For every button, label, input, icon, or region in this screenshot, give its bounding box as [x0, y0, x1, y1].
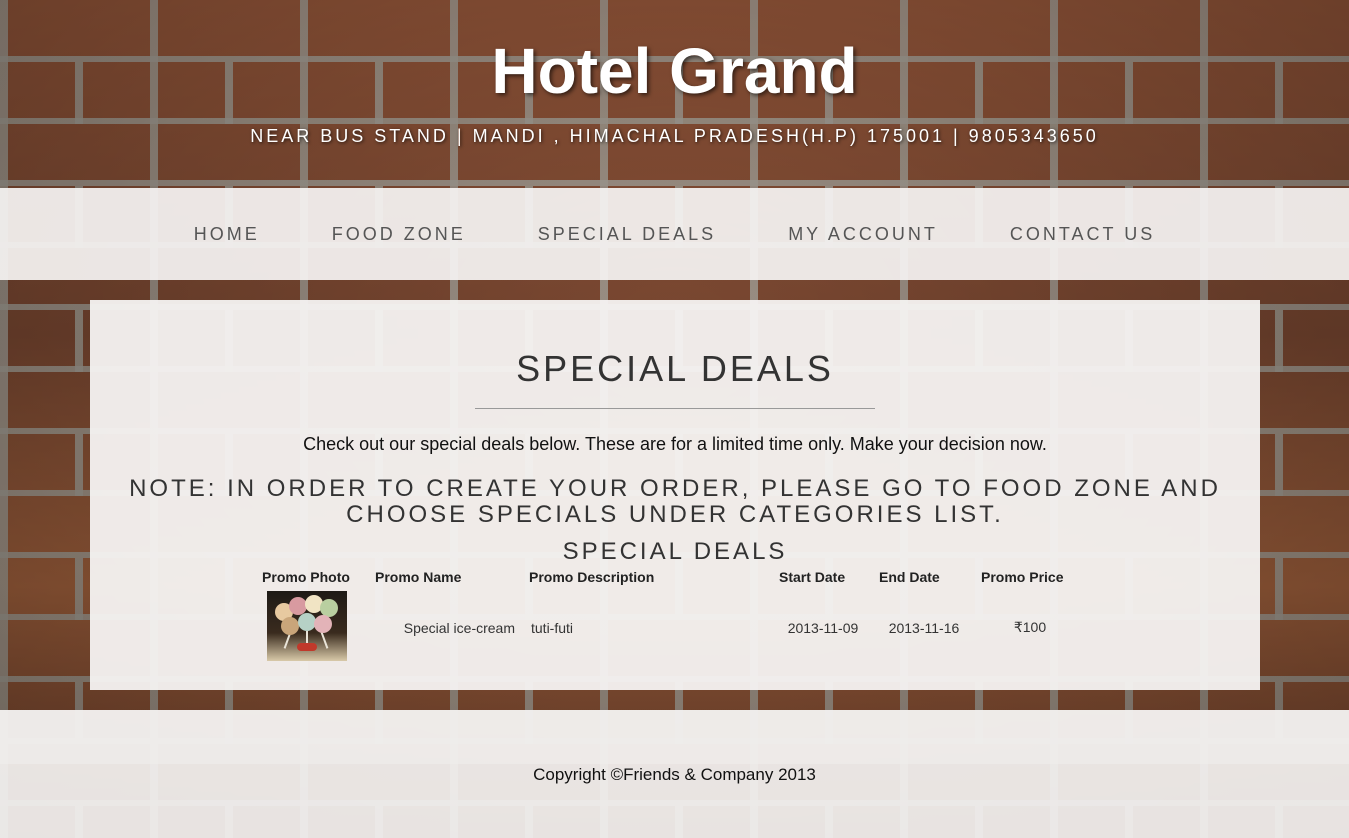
- promo-photo-cell: [245, 588, 369, 667]
- col-promo-description: Promo Description: [529, 569, 655, 585]
- footer-band: [0, 710, 1349, 764]
- promo-end-date: 2013-11-16: [888, 619, 960, 636]
- promo-price: ₹100: [1013, 619, 1047, 635]
- title-divider: [475, 408, 875, 409]
- col-promo-price: Promo Price: [981, 569, 1064, 585]
- nav-my-account[interactable]: MY ACCOUNT: [788, 188, 938, 280]
- nav-food-zone[interactable]: FOOD ZONE: [332, 188, 466, 280]
- nav-contact-us[interactable]: CONTACT US: [1010, 188, 1155, 280]
- nav-special-deals[interactable]: SPECIAL DEALS: [538, 188, 716, 280]
- col-end-date: End Date: [879, 569, 940, 585]
- page-title: SPECIAL DEALS: [516, 348, 834, 389]
- table-title: SPECIAL DEALS: [562, 538, 788, 565]
- promo-start-date: 2013-11-09: [787, 619, 859, 636]
- col-start-date: Start Date: [779, 569, 846, 585]
- site-title: Hotel Grand: [491, 35, 858, 107]
- col-promo-photo: Promo Photo: [262, 569, 350, 585]
- order-note: NOTE: IN ORDER TO CREATE YOUR ORDER, PLE…: [129, 475, 1221, 528]
- site-footer: Copyright ©Friends & Company 2013: [0, 710, 1349, 838]
- promo-name: Special ice-cream: [403, 619, 515, 636]
- deals-table: Promo Photo Promo Name Promo Description…: [245, 566, 1085, 667]
- col-promo-name: Promo Name: [375, 569, 462, 585]
- nav-home[interactable]: HOME: [194, 188, 260, 280]
- intro-text: Check out our special deals below. These…: [303, 434, 1047, 454]
- table-header-row: Promo Photo Promo Name Promo Description…: [245, 566, 1085, 588]
- table-row: Special ice-cream tuti-futi 2013-11-09 2…: [245, 588, 1085, 667]
- site-address: NEAR BUS STAND | MANDI , HIMACHAL PRADES…: [250, 126, 1099, 146]
- promo-description: tuti-futi: [531, 619, 574, 636]
- main-nav: HOME FOOD ZONE SPECIAL DEALS MY ACCOUNT …: [0, 188, 1349, 280]
- copyright-text: Copyright ©Friends & Company 2013: [533, 765, 816, 784]
- content-panel: SPECIAL DEALS Check out our special deal…: [90, 300, 1260, 690]
- ice-cream-photo: [267, 591, 347, 661]
- site-header: Hotel Grand NEAR BUS STAND | MANDI , HIM…: [0, 0, 1349, 188]
